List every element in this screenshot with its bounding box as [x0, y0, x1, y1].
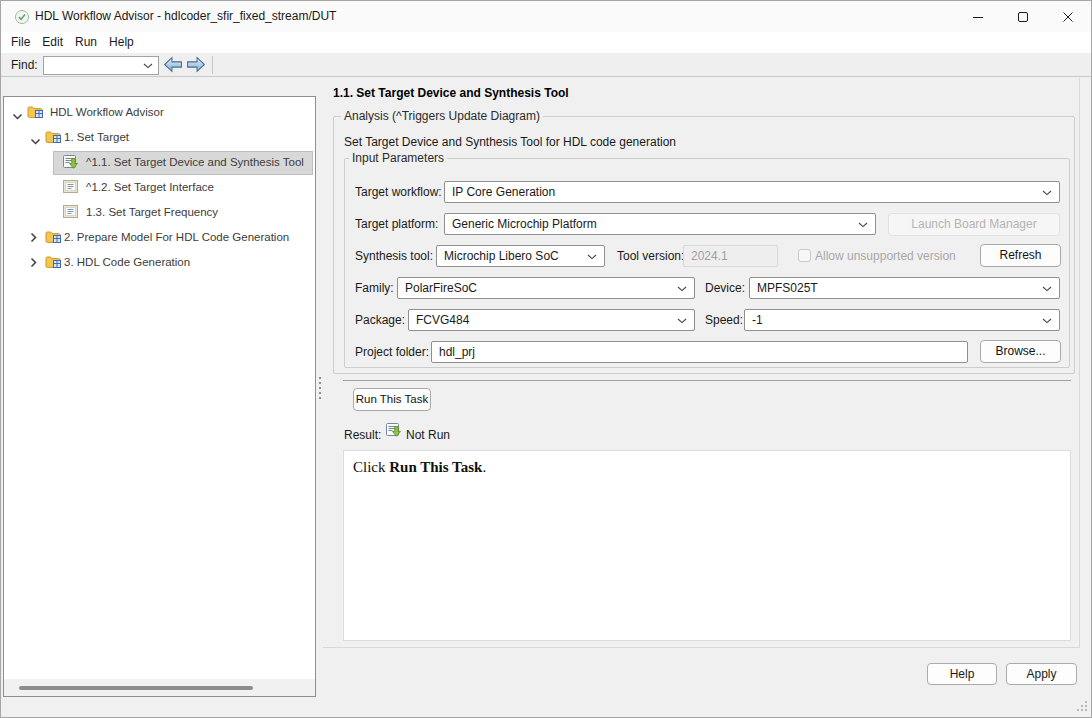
- device-select[interactable]: MPFS025T: [749, 277, 1060, 299]
- result-message-box: Click Run This Task.: [343, 450, 1071, 641]
- task-panel: 1.1. Set Target Device and Synthesis Too…: [323, 78, 1080, 648]
- tree-item-set-target-frequency[interactable]: 1.3. Set Target Frequency: [4, 200, 315, 225]
- menu-file[interactable]: File: [5, 32, 36, 53]
- tool-version-label: Tool version:: [617, 245, 684, 267]
- tree-item-set-target[interactable]: 1. Set Target: [4, 125, 315, 150]
- toolbar-separator: [212, 56, 213, 74]
- workflow-folder-icon: [45, 230, 62, 247]
- app-icon: [14, 9, 30, 25]
- task-run-icon: [63, 155, 80, 174]
- menu-edit[interactable]: Edit: [36, 32, 69, 53]
- synthesis-tool-select[interactable]: Microchip Libero SoC: [436, 245, 605, 267]
- scrollbar-thumb[interactable]: [19, 686, 253, 690]
- family-value: PolarFireSoC: [405, 281, 477, 295]
- project-folder-input[interactable]: hdl_prj: [431, 341, 968, 363]
- device-value: MPFS025T: [757, 281, 818, 295]
- target-platform-value: Generic Microchip Platform: [452, 217, 597, 231]
- find-next-button[interactable]: [186, 56, 206, 74]
- section-separator: [343, 380, 1071, 381]
- tree-item-set-target-interface[interactable]: ^1.2. Set Target Interface: [4, 175, 315, 200]
- family-label: Family:: [355, 277, 394, 299]
- task-icon: [63, 180, 78, 196]
- package-value: FCVG484: [416, 313, 469, 327]
- apply-button[interactable]: Apply: [1006, 663, 1077, 685]
- title-bar: HDL Workflow Advisor - hdlcoder_sfir_fix…: [1, 1, 1091, 32]
- menu-run[interactable]: Run: [69, 32, 103, 53]
- tool-version-field: 2024.1: [683, 245, 778, 267]
- browse-button[interactable]: Browse...: [980, 340, 1061, 363]
- result-message: Click Run This Task.: [353, 459, 486, 476]
- run-this-task-button[interactable]: Run This Task: [353, 388, 431, 411]
- package-select[interactable]: FCVG484: [408, 309, 695, 331]
- target-workflow-value: IP Core Generation: [452, 185, 555, 199]
- tree-item-set-target-device[interactable]: ^1.1. Set Target Device and Synthesis To…: [4, 150, 315, 175]
- find-label: Find:: [11, 53, 38, 77]
- result-message-suffix: .: [482, 459, 486, 475]
- find-toolbar: Find:: [1, 53, 1091, 77]
- help-button[interactable]: Help: [927, 663, 997, 685]
- refresh-button[interactable]: Refresh: [980, 244, 1061, 267]
- device-label: Device:: [705, 277, 745, 299]
- result-status-icon: [386, 423, 403, 442]
- target-workflow-label: Target workflow:: [355, 181, 442, 203]
- task-heading: 1.1. Set Target Device and Synthesis Too…: [333, 86, 569, 100]
- launch-board-manager-button[interactable]: Launch Board Manager: [888, 213, 1060, 236]
- allow-unsupported-label: Allow unsupported version: [815, 245, 956, 267]
- chevron-right-icon[interactable]: [30, 257, 37, 271]
- speed-label: Speed:: [705, 309, 743, 331]
- window-title: HDL Workflow Advisor - hdlcoder_sfir_fix…: [35, 1, 336, 32]
- chevron-down-icon[interactable]: [30, 134, 41, 148]
- minimize-button[interactable]: [955, 1, 1000, 32]
- synthesis-tool-value: Microchip Libero SoC: [444, 249, 559, 263]
- result-label: Result:: [344, 427, 381, 443]
- resize-grip-icon[interactable]: [1077, 701, 1088, 715]
- panel-splitter[interactable]: [318, 377, 322, 399]
- allow-unsupported-checkbox[interactable]: [798, 249, 811, 262]
- target-workflow-select[interactable]: IP Core Generation: [444, 181, 1060, 203]
- project-folder-label: Project folder:: [355, 341, 429, 363]
- speed-value: -1: [752, 313, 763, 327]
- target-platform-select[interactable]: Generic Microchip Platform: [444, 213, 876, 235]
- task-description: Set Target Device and Synthesis Tool for…: [344, 135, 676, 149]
- result-status-text: Not Run: [406, 427, 450, 443]
- speed-select[interactable]: -1: [744, 309, 1060, 331]
- tree-item-prepare-model[interactable]: 2. Prepare Model For HDL Code Generation: [4, 225, 315, 250]
- menu-bar: File Edit Run Help: [1, 32, 1091, 53]
- family-select[interactable]: PolarFireSoC: [397, 277, 695, 299]
- workflow-folder-icon: [45, 130, 62, 147]
- close-button[interactable]: [1045, 1, 1090, 32]
- result-message-prefix: Click: [353, 459, 389, 475]
- task-icon: [63, 205, 78, 221]
- package-label: Package:: [355, 309, 405, 331]
- synthesis-tool-label: Synthesis tool:: [355, 245, 433, 267]
- chevron-down-icon[interactable]: [12, 109, 23, 123]
- target-platform-label: Target platform:: [355, 213, 438, 235]
- workflow-tree: HDL Workflow Advisor 1. Set Target: [3, 96, 316, 697]
- menu-help[interactable]: Help: [103, 32, 140, 53]
- result-message-action: Run This Task: [389, 459, 482, 475]
- workflow-folder-icon: [45, 255, 62, 272]
- find-input[interactable]: [43, 56, 159, 75]
- tree-item-hdl-workflow-advisor[interactable]: HDL Workflow Advisor: [4, 100, 315, 125]
- analysis-legend: Analysis (^Triggers Update Diagram): [341, 109, 543, 123]
- workflow-folder-icon: [27, 105, 44, 122]
- tree-item-hdl-code-generation[interactable]: 3. HDL Code Generation: [4, 250, 315, 275]
- maximize-button[interactable]: [1000, 1, 1045, 32]
- input-parameters-legend: Input Parameters: [349, 151, 447, 165]
- find-previous-button[interactable]: [163, 56, 183, 74]
- chevron-right-icon[interactable]: [30, 232, 37, 246]
- tree-horizontal-scrollbar[interactable]: [4, 679, 315, 696]
